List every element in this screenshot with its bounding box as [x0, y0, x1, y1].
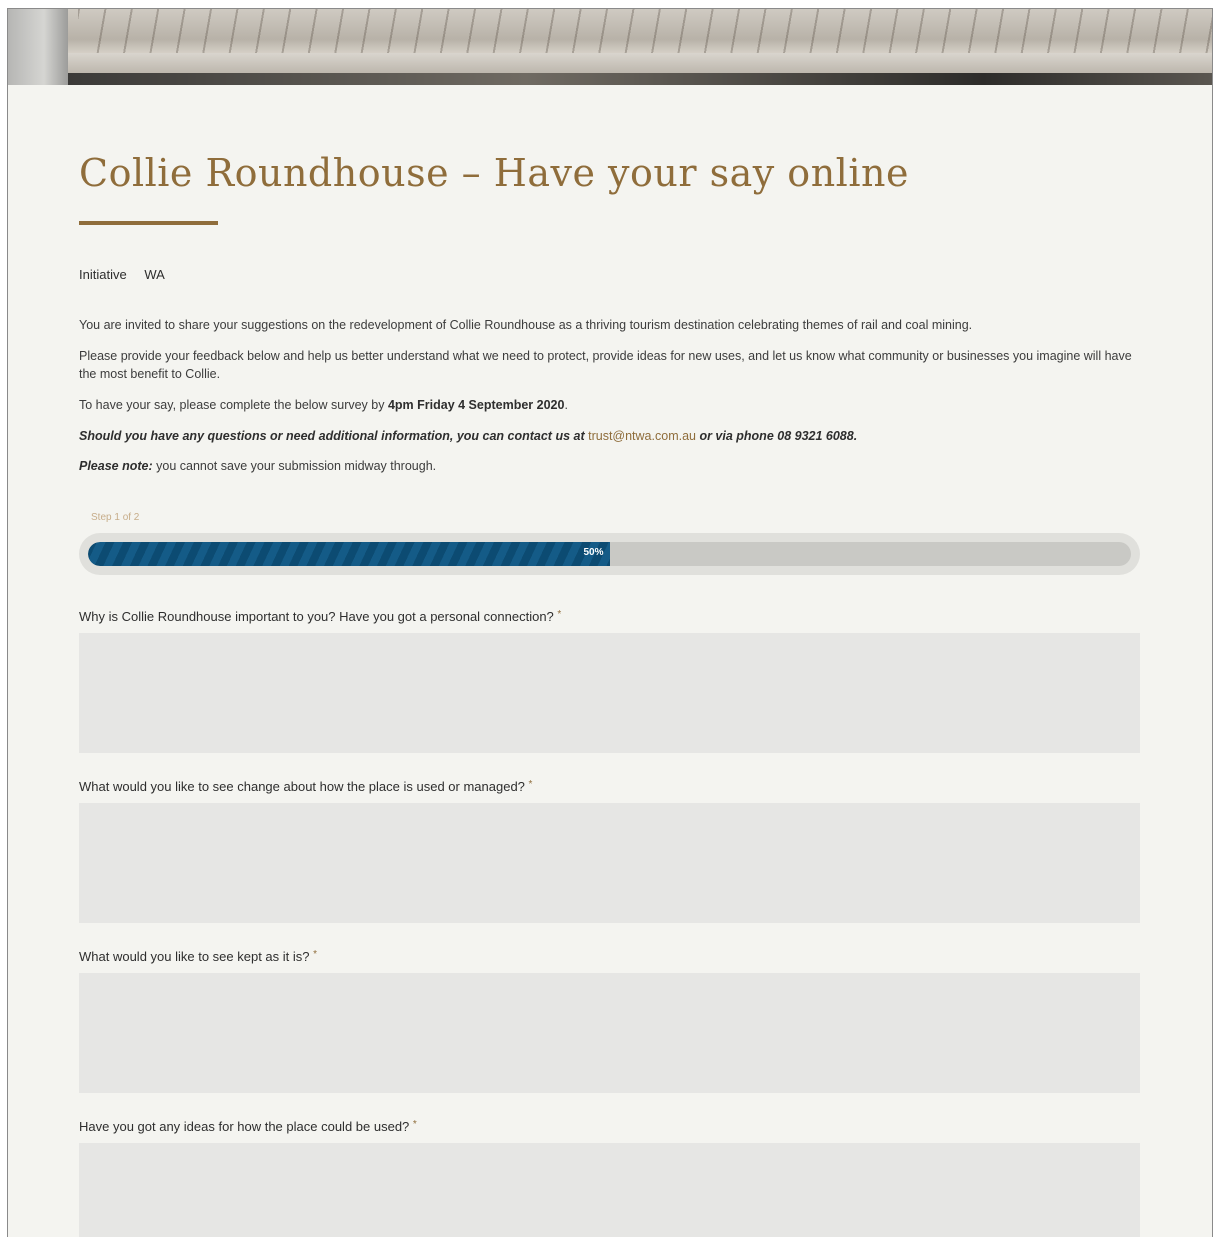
intro-paragraph-4: Should you have any questions or need ad… [79, 429, 858, 443]
question-3-label: What would you like to see kept as it is… [79, 949, 318, 964]
question-2-textarea[interactable] [79, 803, 1140, 923]
contact-email-link[interactable]: trust@ntwa.com.au [588, 429, 696, 443]
note-label: Please note: [79, 459, 153, 473]
question-1-label: Why is Collie Roundhouse important to yo… [79, 609, 562, 624]
title-underline [79, 221, 218, 225]
progress-percent: 50% [583, 547, 604, 558]
region-label: WA [144, 267, 165, 282]
question-4-textarea[interactable] [79, 1143, 1140, 1237]
hero-image [8, 9, 1212, 85]
question-2-label: What would you like to see change about … [79, 779, 533, 794]
required-marker: * [557, 609, 562, 620]
intro-paragraph-2: Please provide your feedback below and h… [79, 349, 1132, 381]
question-4-label: Have you got any ideas for how the place… [79, 1119, 417, 1134]
question-1-textarea[interactable] [79, 633, 1140, 753]
intro-paragraph-3: To have your say, please complete the be… [79, 398, 568, 412]
meta-row: Initiative WA [79, 267, 179, 282]
progress-bar: 50% [79, 533, 1140, 575]
required-marker: * [412, 1119, 417, 1130]
deadline: 4pm Friday 4 September 2020 [387, 398, 565, 412]
page-frame: Collie Roundhouse – Have your say online… [7, 8, 1213, 1237]
intro-paragraph-1: You are invited to share your suggestion… [79, 318, 973, 332]
required-marker: * [313, 949, 318, 960]
intro-paragraph-5: Please note: you cannot save your submis… [79, 459, 437, 473]
step-indicator: Step 1 of 2 [91, 512, 140, 523]
question-3-textarea[interactable] [79, 973, 1140, 1093]
page-title: Collie Roundhouse – Have your say online [79, 151, 909, 195]
progress-fill: 50% [88, 542, 610, 566]
required-marker: * [528, 779, 533, 790]
category-label: Initiative [79, 267, 127, 282]
